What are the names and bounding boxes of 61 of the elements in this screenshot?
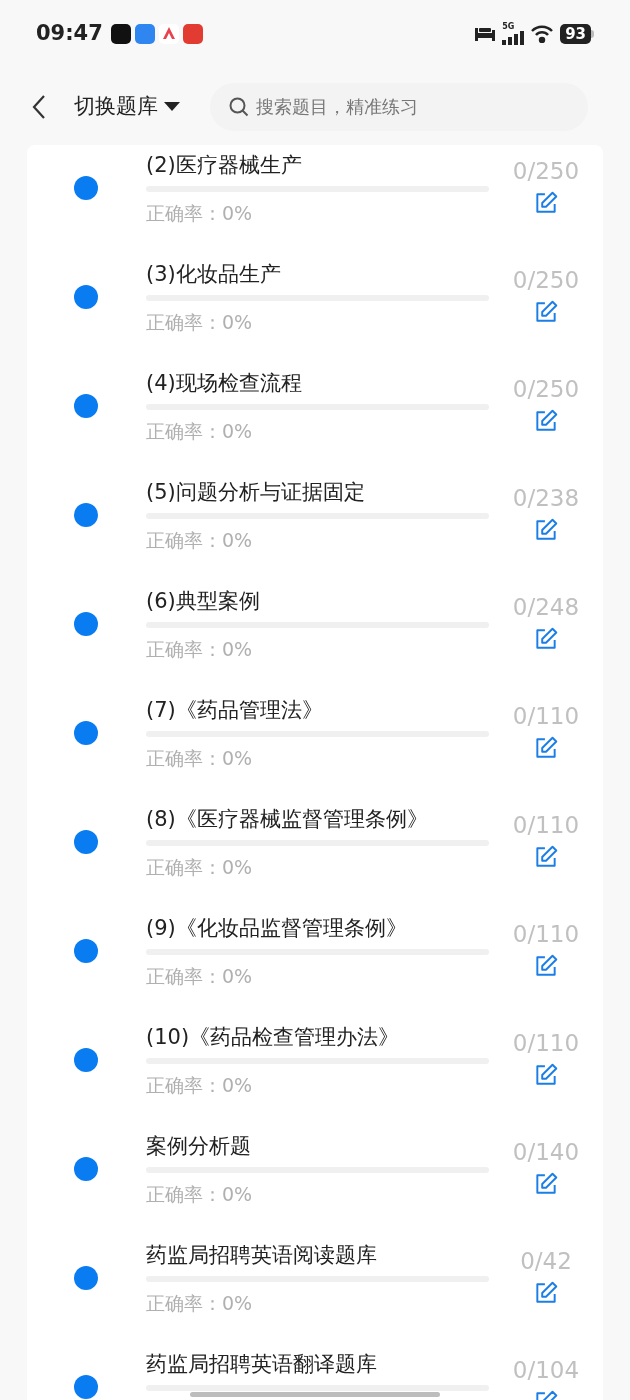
question-count: 0/250 [512,157,580,186]
edit-icon[interactable] [533,190,559,216]
accuracy-text: 正确率：0% [146,637,254,662]
bank-title[interactable]: (6)典型案例 [146,586,489,616]
search-field[interactable]: 搜索题目，精准练习 [210,82,588,131]
network-label: 5G [502,23,515,31]
accuracy-text: 正确率：0% [146,528,254,553]
app-icon [134,24,155,44]
question-count: 0/42 [520,1247,572,1276]
signal-icon [502,31,525,45]
accuracy-text: 正确率：0% [146,1073,254,1098]
switch-bank-button[interactable]: 切换题库 [74,90,180,123]
question-count: 0/238 [512,484,580,513]
bank-title[interactable]: (5)问题分析与证据固定 [146,477,489,507]
question-count: 0/110 [512,811,580,840]
edit-icon[interactable] [533,1062,559,1088]
question-count: 0/140 [512,1138,580,1167]
back-icon[interactable] [30,93,48,120]
battery-indicator: 93 [560,24,591,44]
edit-icon[interactable] [533,844,559,870]
question-count: 0/104 [512,1356,580,1385]
accuracy-text: 正确率：0% [146,419,254,444]
question-count: 0/110 [512,702,580,731]
question-count: 0/250 [512,375,580,404]
bank-title[interactable]: (7)《药品管理法》 [146,695,489,725]
question-count: 0/250 [512,266,580,295]
edit-icon[interactable] [533,408,559,434]
edit-icon[interactable] [533,1171,559,1197]
accuracy-text: 正确率：0% [146,310,254,335]
search-icon [228,95,250,118]
bank-title[interactable]: 药监局招聘英语阅读题库 [146,1240,489,1270]
accuracy-text: 正确率：0% [146,1291,254,1316]
accuracy-text: 正确率：0% [146,855,254,880]
clock: 09:47 [36,20,103,48]
accuracy-text: 正确率：0% [146,1182,254,1207]
question-count: 0/110 [512,1029,580,1058]
bed-icon [474,26,497,42]
edit-icon[interactable] [533,299,559,325]
bank-title[interactable]: (4)现场检查流程 [146,368,489,398]
question-count: 0/110 [512,920,580,949]
bank-title[interactable]: (9)《化妆品监督管理条例》 [146,913,489,943]
app-icon [158,24,179,44]
edit-icon[interactable] [533,1280,559,1306]
bank-title[interactable]: (8)《医疗器械监督管理条例》 [146,804,489,834]
wifi-icon [530,25,555,43]
bank-title[interactable]: (2)医疗器械生产 [146,150,489,180]
app-icon [182,24,203,44]
edit-icon[interactable] [533,626,559,652]
caret-icon [164,101,180,112]
bank-title[interactable]: (10)《药品检查管理办法》 [146,1022,489,1052]
question-count: 0/248 [512,593,580,622]
accuracy-text: 正确率：0% [146,746,254,771]
edit-icon[interactable] [533,517,559,543]
accuracy-text: 正确率：0% [146,201,254,226]
accuracy-text: 正确率：0% [146,964,254,989]
app-icon [110,24,131,44]
bank-title[interactable]: (3)化妆品生产 [146,259,489,289]
edit-icon[interactable] [533,953,559,979]
bank-title[interactable]: 药监局招聘英语翻译题库 [146,1349,489,1379]
edit-icon[interactable] [533,735,559,761]
bank-title[interactable]: 案例分析题 [146,1131,489,1161]
